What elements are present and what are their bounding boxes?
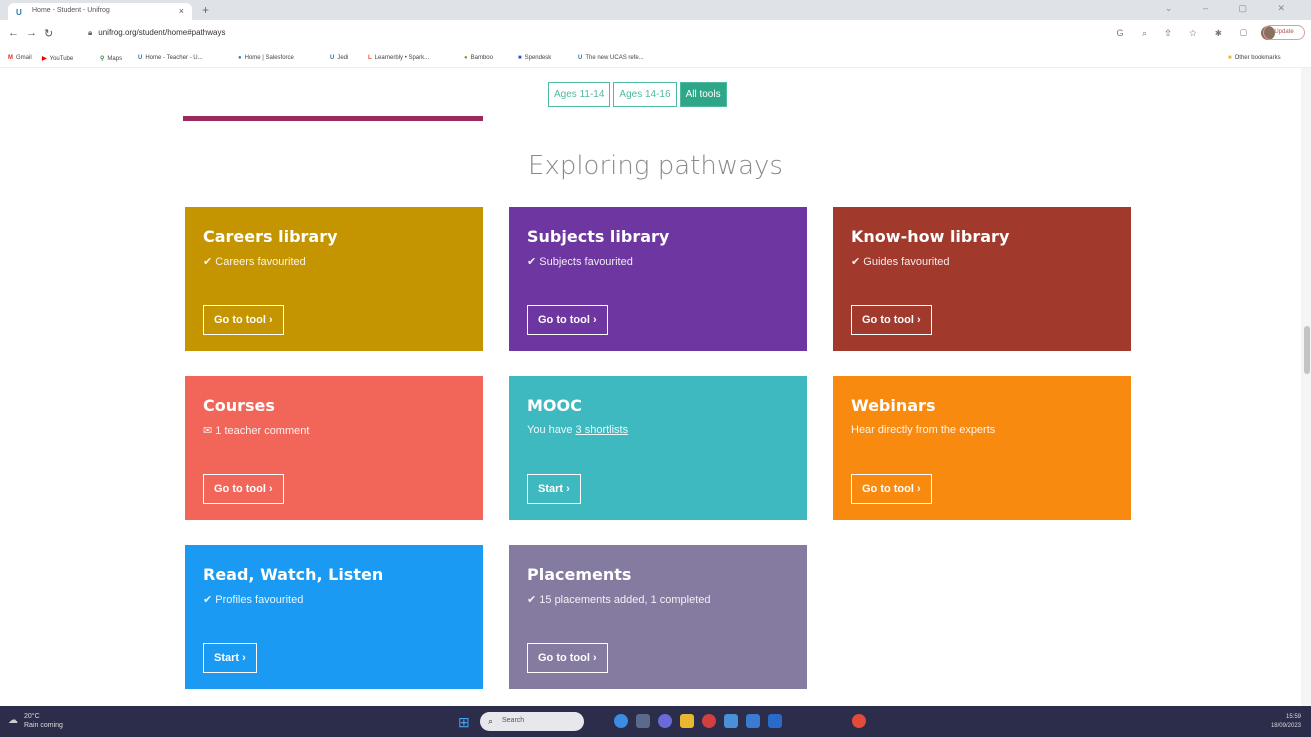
file-icon[interactable] <box>636 714 650 728</box>
address-bar[interactable]: 🔒︎ unifrog.org/student/home#pathways <box>88 28 225 38</box>
bookmark-home-teacher[interactable]: U Home - Teacher - U... <box>138 55 203 61</box>
gmail-icon: M <box>8 55 13 61</box>
bookmark-jedi[interactable]: U Jedi <box>330 55 348 61</box>
card-placements: Placements ✔ 15 placements added, 1 comp… <box>509 545 807 689</box>
section-title: Exploring pathways <box>528 151 783 181</box>
url-text: unifrog.org/student/home#pathways <box>98 28 226 37</box>
card-title: Know-how library <box>851 227 1010 246</box>
forward-arrow-icon[interactable]: → <box>26 27 37 39</box>
browser-toolbar: ← → ↻ 🔒︎ unifrog.org/student/home#pathway… <box>0 20 1311 51</box>
update-button[interactable]: Update <box>1263 25 1305 40</box>
system-clock[interactable]: 15:59 18/09/2023 <box>1271 713 1301 731</box>
bookmark-bamboo[interactable]: ● Bamboo <box>464 55 493 61</box>
card-subjects-library: Subjects library ✔ Subjects favourited G… <box>509 207 807 351</box>
card-subtitle: Hear directly from the experts <box>851 424 996 436</box>
section-divider <box>183 116 483 121</box>
go-to-tool-button[interactable]: Go to tool › <box>851 305 932 335</box>
tab-ages-14-16[interactable]: Ages 14-16 <box>613 82 677 107</box>
windows-start-icon[interactable]: ⊞ <box>458 714 470 731</box>
window-controls[interactable]: ⌄ – ▢ ✕ <box>1165 3 1299 14</box>
card-know-how-library: Know-how library ✔ Guides favourited Go … <box>833 207 1131 351</box>
start-button[interactable]: Start › <box>203 643 257 673</box>
lock-icon: 🔒︎ <box>88 28 93 37</box>
youtube-icon: ▶ <box>42 56 47 62</box>
bookmark-youtube[interactable]: ▶ YouTube <box>42 55 73 62</box>
chrome-icon[interactable] <box>702 714 716 728</box>
card-subtitle: ✔ 15 placements added, 1 completed <box>527 594 711 606</box>
start-button[interactable]: Start › <box>527 474 581 504</box>
bookmark-salesforce[interactable]: ● Home | Salesforce <box>238 55 294 61</box>
weather-icon[interactable]: ☁ <box>8 715 18 726</box>
chrome-active-icon[interactable] <box>852 714 866 728</box>
bing-icon[interactable] <box>614 714 628 728</box>
unifrog-favicon-icon: U <box>16 8 22 17</box>
card-subtitle: ✔ Subjects favourited <box>527 256 633 268</box>
unifrog-icon: U <box>330 55 335 61</box>
bamboo-icon: ● <box>464 55 468 61</box>
reload-icon[interactable]: ↻ <box>44 27 53 40</box>
card-title: Courses <box>203 396 275 415</box>
card-title: Read, Watch, Listen <box>203 565 384 584</box>
tab-ages-11-14[interactable]: Ages 11-14 <box>548 82 611 107</box>
bookmark-gmail[interactable]: M Gmail <box>8 55 32 61</box>
go-to-tool-button[interactable]: Go to tool › <box>851 474 932 504</box>
card-courses: Courses ✉ 1 teacher comment Go to tool › <box>185 376 483 520</box>
card-subtitle: ✔ Profiles favourited <box>203 594 304 606</box>
card-webinars: Webinars Hear directly from the experts … <box>833 376 1131 520</box>
settings-icon[interactable] <box>724 714 738 728</box>
back-arrow-icon[interactable]: ← <box>8 27 19 39</box>
card-read-watch-listen: Read, Watch, Listen ✔ Profiles favourite… <box>185 545 483 689</box>
card-title: Placements <box>527 565 632 584</box>
page-content: Ages 11-14 Ages 14-16 All tools Explorin… <box>0 68 1311 706</box>
card-subtitle: You have 3 shortlists <box>527 424 629 436</box>
browser-tab-bar: U Home - Student - Unifrog × + ⌄ – ▢ ✕ <box>0 0 1311 20</box>
tab-title: Home - Student - Unifrog <box>32 7 110 14</box>
browser-tab[interactable]: U Home - Student - Unifrog × <box>8 3 192 20</box>
card-subtitle: ✔ Guides favourited <box>851 256 950 268</box>
salesforce-icon: ● <box>238 55 242 61</box>
maps-icon: ⚲ <box>100 56 105 62</box>
spendesk-icon: ■ <box>518 55 522 61</box>
bookmarks-bar: M Gmail ▶ YouTube ⚲ Maps U Home - Teacher - … <box>0 51 1311 68</box>
teams-icon[interactable] <box>658 714 672 728</box>
card-title: Careers library <box>203 227 338 246</box>
tab-all-tools[interactable]: All tools <box>679 82 727 107</box>
card-careers-library: Careers library ✔ Careers favourited Go … <box>185 207 483 351</box>
learnerbly-icon: L <box>368 55 372 61</box>
unifrog-icon: U <box>138 55 143 61</box>
app-icon[interactable] <box>746 714 760 728</box>
extension-icons[interactable]: G ⌕ ⇧ ☆ ✱ ▢ <box>1116 28 1255 39</box>
bookmark-spendesk[interactable]: ■ Spendesk <box>518 55 551 61</box>
other-bookmarks[interactable]: ■ Other bookmarks <box>1228 55 1281 61</box>
taskbar-search[interactable]: ⌕ Search <box>480 712 584 731</box>
bookmark-learnerbly[interactable]: L Learnerbly • Spark... <box>368 55 429 61</box>
close-tab-icon[interactable]: × <box>179 6 184 16</box>
shortlists-link[interactable]: 3 shortlists <box>576 424 629 436</box>
unifrog-icon: U <box>578 55 583 61</box>
card-subtitle: ✉ 1 teacher comment <box>203 425 310 437</box>
go-to-tool-button[interactable]: Go to tool › <box>527 643 608 673</box>
card-title: Webinars <box>851 396 936 415</box>
go-to-tool-button[interactable]: Go to tool › <box>203 474 284 504</box>
scrollbar-track[interactable] <box>1301 68 1311 706</box>
go-to-tool-button[interactable]: Go to tool › <box>527 305 608 335</box>
search-icon: ⌕ <box>488 716 494 726</box>
bookmark-ucas[interactable]: U The new UCAS refe... <box>578 55 644 61</box>
card-mooc: MOOC You have 3 shortlists Start › <box>509 376 807 520</box>
mail-icon[interactable] <box>768 714 782 728</box>
card-title: MOOC <box>527 396 582 415</box>
card-title: Subjects library <box>527 227 670 246</box>
windows-taskbar: ☁ 20°C Rain coming ⊞ ⌕ Search 15:59 18/0… <box>0 706 1311 737</box>
new-tab-button[interactable]: + <box>202 3 209 17</box>
go-to-tool-button[interactable]: Go to tool › <box>203 305 284 335</box>
age-filter-tabs: Ages 11-14 Ages 14-16 All tools <box>548 82 727 107</box>
weather-widget[interactable]: 20°C Rain coming <box>24 712 63 730</box>
folder-icon[interactable] <box>680 714 694 728</box>
card-subtitle: ✔ Careers favourited <box>203 256 306 268</box>
folder-icon: ■ <box>1228 55 1232 61</box>
bookmark-maps[interactable]: ⚲ Maps <box>100 55 122 62</box>
scrollbar-thumb[interactable] <box>1304 326 1310 374</box>
